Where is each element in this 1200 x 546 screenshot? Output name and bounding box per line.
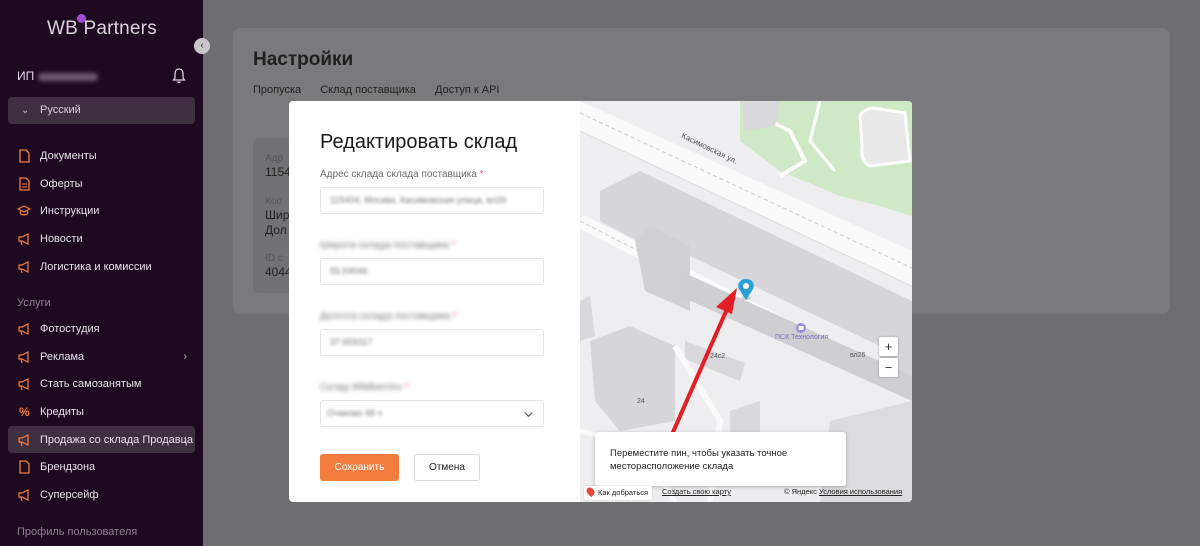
megaphone-icon: [18, 233, 29, 246]
warehouse-select[interactable]: Очаково 48 ч: [320, 400, 544, 427]
language-selector[interactable]: ⌄ Русский: [8, 97, 195, 124]
document-icon: [19, 149, 30, 163]
map-footer: Как добраться Создать свою карту © Яндек…: [580, 485, 912, 502]
chevron-down-icon: ⌄: [21, 105, 30, 116]
chevron-right-icon: ›: [183, 434, 187, 446]
tab-passes[interactable]: Пропуска: [253, 84, 301, 96]
map-pin-icon: [584, 485, 597, 498]
longitude-label: Долгота склада поставщика *: [320, 311, 457, 322]
page-title: Настройки: [253, 49, 354, 70]
megaphone-icon: [18, 261, 29, 274]
create-map-link[interactable]: Создать свою карту: [662, 487, 731, 496]
chevron-right-icon: ›: [183, 351, 187, 363]
zoom-out-button[interactable]: −: [879, 358, 898, 377]
sidebar-item-seller-warehouse[interactable]: Продажа со склада Продавца ›: [17, 432, 193, 448]
bg-text: Коо: [265, 196, 282, 207]
offer-icon: [19, 177, 30, 191]
tab-supplier-warehouse[interactable]: Склад поставщика: [320, 84, 416, 96]
percent-icon: %: [19, 405, 30, 419]
bg-text: 1154: [265, 165, 291, 179]
bg-text: Дол: [265, 223, 287, 237]
latitude-field[interactable]: 55.59046: [320, 258, 544, 285]
megaphone-icon: [18, 434, 29, 447]
chevron-down-icon: [524, 412, 533, 418]
document-icon: [19, 460, 30, 474]
map[interactable]: Касимовская ул. ПСК Технология вл26 24с2…: [580, 101, 912, 502]
poi-label[interactable]: ПСК Технология: [775, 334, 828, 341]
edit-warehouse-modal: Редактировать склад Адрес склада склада …: [289, 101, 912, 502]
services-section-title: Услуги: [17, 297, 51, 309]
route-link[interactable]: Как добраться: [584, 485, 653, 500]
pin-hint-tooltip: Переместите пин, чтобы указать точное ме…: [595, 432, 846, 486]
graduation-cap-icon: [17, 205, 31, 216]
cancel-button[interactable]: Отмена: [414, 454, 480, 481]
address-label: Адрес склада склада поставщика *: [320, 169, 484, 180]
modal-title: Редактировать склад: [320, 131, 518, 153]
terms-link[interactable]: Условия использования: [819, 487, 902, 496]
address-field[interactable]: 115404, Москва, Касимовская улица, вл26: [320, 187, 544, 214]
collapse-sidebar-icon[interactable]: ‹: [194, 38, 210, 54]
building-label: вл26: [850, 352, 866, 359]
save-button[interactable]: Сохранить: [320, 454, 399, 481]
tab-api-access[interactable]: Доступ к API: [435, 84, 499, 96]
settings-tabs: Пропуска Склад поставщика Доступ к API: [253, 84, 515, 96]
bg-text: Шир: [265, 208, 290, 222]
profile-section-title: Профиль пользователя: [17, 526, 138, 538]
building-label: 24с2: [710, 353, 726, 360]
user-name[interactable]: ИП: [17, 69, 99, 83]
latitude-label: Широта склада поставщика *: [320, 240, 456, 251]
sidebar: WB Partners ‹ ИП ⌄ Русский Документы Офе…: [0, 0, 210, 546]
megaphone-icon: [18, 323, 29, 336]
megaphone-icon: [18, 378, 29, 391]
megaphone-icon: [18, 489, 29, 502]
bg-text: ID с: [265, 253, 283, 264]
bg-text: Адр: [265, 153, 284, 164]
warehouse-label: Склад Wildberries *: [320, 382, 409, 393]
megaphone-icon: [18, 351, 29, 364]
longitude-field[interactable]: 37.659317: [320, 329, 544, 356]
bg-text: 4044: [265, 265, 292, 279]
map-copyright: © Яндекс Условия использования: [784, 487, 903, 496]
sidebar-item-advertising[interactable]: Реклама ›: [17, 349, 187, 365]
zoom-in-button[interactable]: +: [879, 337, 898, 356]
building-label: 24: [637, 398, 645, 405]
app-logo[interactable]: WB Partners: [47, 14, 157, 40]
bell-icon[interactable]: [172, 68, 186, 84]
